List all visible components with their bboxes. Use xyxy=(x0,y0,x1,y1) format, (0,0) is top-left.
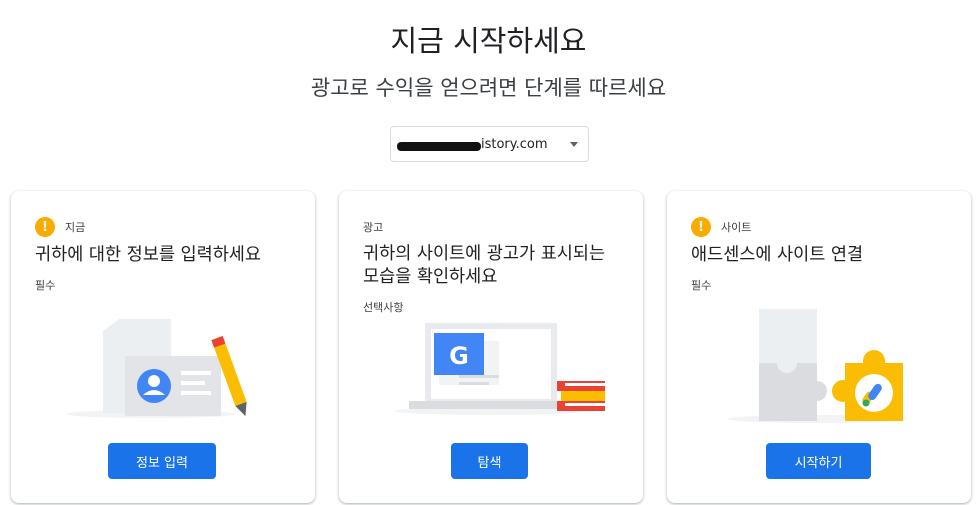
card-requirement: 필수 xyxy=(35,279,56,292)
card-status-label: 지금 xyxy=(65,221,86,234)
page-subtitle: 광고로 수익을 얻으려면 단계를 따르세요 xyxy=(310,76,667,100)
svg-text:G: G xyxy=(449,342,469,370)
card-status-label: 광고 xyxy=(363,221,384,234)
page-title: 지금 시작하세요 xyxy=(390,24,587,58)
explore-button[interactable]: 탐색 xyxy=(451,443,528,479)
chevron-down-icon xyxy=(570,141,578,147)
profile-card-illustration xyxy=(66,319,247,418)
card-status-label: 사이트 xyxy=(721,221,752,234)
card-account-info: ! 지금 귀하에 대한 정보를 입력하세요 필수 정보 입력 xyxy=(11,191,315,503)
enter-info-button[interactable]: 정보 입력 xyxy=(108,443,216,479)
card-status: 광고 xyxy=(363,219,383,235)
card-status: ! 지금 xyxy=(35,217,85,237)
card-requirement: 필수 xyxy=(691,279,712,292)
ad-preview-illustration: G xyxy=(394,323,605,415)
redacted-block xyxy=(397,141,481,151)
card-title: 귀하의 사이트에 광고가 표시되는 모습을 확인하세요 xyxy=(363,244,606,287)
warning-icon: ! xyxy=(691,217,711,237)
site-select-value: istory.com xyxy=(397,137,570,152)
card-title: 귀하에 대한 정보를 입력하세요 xyxy=(35,245,261,265)
card-ad-preview: 광고 귀하의 사이트에 광고가 표시되는 모습을 확인하세요 선택사항 G 탐색 xyxy=(339,191,643,503)
site-select-dropdown[interactable]: istory.com xyxy=(390,126,589,162)
card-connect-site: ! 사이트 애드센스에 사이트 연결 필수 시작하기 xyxy=(667,191,971,503)
card-title: 애드센스에 사이트 연결 xyxy=(691,245,864,265)
get-started-button[interactable]: 시작하기 xyxy=(766,443,871,479)
card-status: ! 사이트 xyxy=(691,217,751,237)
warning-icon: ! xyxy=(35,217,55,237)
puzzle-illustration xyxy=(727,309,907,423)
